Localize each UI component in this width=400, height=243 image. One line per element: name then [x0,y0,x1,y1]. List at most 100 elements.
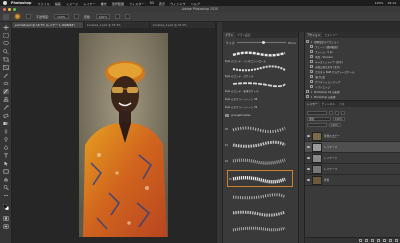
brush-preset-row[interactable]: Kyle のコンテ - スケッチ [225,74,297,78]
visibility-eye-icon[interactable] [307,179,310,181]
app-menu[interactable]: Photoshop [11,1,31,5]
tab-paths[interactable]: パス [337,101,346,107]
action-toggle-checkbox[interactable] [310,45,313,48]
apple-icon[interactable] [3,1,7,5]
close-button[interactable] [3,7,6,11]
grunge-stroke-preview[interactable] [231,192,287,202]
menu-select[interactable]: 選択範囲 [112,1,124,6]
layer-kind-filter[interactable] [307,110,327,115]
new-adjustment-icon[interactable] [377,239,380,242]
color-swatches[interactable] [3,203,9,212]
hand-tool-icon[interactable] [3,177,9,182]
menu-type[interactable]: 書式 [101,1,107,6]
tab-channels[interactable]: チャンネル [320,101,337,107]
tab-brush-settings[interactable]: ブラシ設定 [235,32,252,38]
action-toggle-checkbox[interactable] [306,90,309,93]
dodge-tool-icon[interactable] [3,137,9,142]
brush-preset-row[interactable]: Kyle のコンテ - ペン圧コントロール [225,59,297,63]
grunge-stroke-preview[interactable] [231,174,287,184]
blend-mode-select[interactable]: 通常 [307,116,331,121]
layer-name[interactable]: レイヤー 3 [324,167,337,171]
filter-adjustment-icon[interactable] [335,110,339,115]
action-toggle-checkbox[interactable] [310,80,313,83]
add-style-icon[interactable] [365,239,368,242]
zoom-button[interactable] [13,7,16,11]
minimize-button[interactable] [8,7,11,11]
layer-row[interactable]: 背景 [305,175,400,186]
brush-settings-toggle-icon[interactable] [26,14,31,19]
menu-filter[interactable]: フィルター [129,1,144,6]
menu-help[interactable]: ヘルプ [191,1,200,6]
tab-actions[interactable]: アクション [305,32,323,38]
layer-row-selected[interactable]: レイヤー 2 [305,142,400,153]
visibility-eye-icon[interactable] [307,157,310,159]
brush-size-knob[interactable] [261,40,265,44]
new-layer-icon[interactable] [389,239,392,242]
brush-tool-preset-icon[interactable] [3,13,9,20]
expand-triangle-icon[interactable] [311,90,312,93]
action-toggle-checkbox[interactable] [310,75,313,78]
layer-name[interactable]: レイヤー 1 [324,156,337,160]
action-toggle-checkbox[interactable] [310,65,313,68]
layer-row[interactable]: 背景のコピー [305,131,400,142]
eraser-tool-icon[interactable] [3,113,9,118]
clock[interactable]: 18:14 [387,1,396,5]
opacity-field[interactable]: 100% [54,14,69,19]
filter-type-icon[interactable] [341,110,345,115]
grunge-stroke-preview[interactable] [231,156,287,166]
link-layers-icon[interactable] [359,239,362,242]
clone-stamp-tool-icon[interactable] [3,97,9,102]
zoom-tool-icon[interactable] [3,185,9,190]
brush-tool-icon[interactable] [3,89,9,94]
menu-view[interactable]: 表示 [159,1,165,6]
crop-tool-icon[interactable] [3,57,9,62]
add-mask-icon[interactable] [371,239,374,242]
new-group-icon[interactable] [383,239,386,242]
gradient-tool-icon[interactable] [3,121,9,126]
marquee-tool-icon[interactable] [3,33,9,38]
visibility-eye-icon[interactable] [307,135,310,137]
trash-icon[interactable] [395,239,398,242]
move-tool-icon[interactable] [3,25,9,30]
layer-fill-field[interactable]: 100% [329,122,341,127]
action-toggle-checkbox[interactable] [310,55,313,58]
menu-window[interactable]: ウィンドウ [170,1,185,6]
action-toggle-checkbox[interactable] [310,60,313,63]
action-toggle-checkbox[interactable] [310,50,313,53]
menu-3d[interactable]: 3D [150,1,154,6]
type-tool-icon[interactable] [3,153,9,158]
lasso-tool-icon[interactable] [3,41,9,46]
quick-select-tool-icon[interactable] [3,49,9,54]
tab-brushes[interactable]: ブラシ [223,32,236,38]
canvas-area[interactable] [12,28,216,243]
layer-row[interactable]: レイヤー 3 [305,164,400,175]
airbrush-icon[interactable] [115,14,121,19]
brush-preset-picker[interactable] [14,13,21,20]
pen-tool-icon[interactable] [3,145,9,150]
history-brush-tool-icon[interactable] [3,105,9,110]
filter-pixel-icon[interactable] [329,110,333,115]
expand-triangle-icon[interactable] [311,95,312,98]
menu-edit[interactable]: 編集 [55,1,61,6]
screen-mode-icon[interactable] [3,224,9,229]
layer-row[interactable]: レイヤー 1 [305,153,400,164]
brush-size-slider[interactable] [237,40,287,44]
layer-opacity-field[interactable]: 100% [333,116,345,121]
more-tools-icon[interactable] [3,193,9,198]
grunge-stroke-preview[interactable] [231,208,287,218]
grunge-stroke-preview[interactable] [231,124,287,134]
menu-layer[interactable]: レイヤー [83,1,95,6]
layer-name[interactable]: 背景のコピー [324,134,340,138]
tab-layers[interactable]: レイヤー [305,101,320,107]
symmetry-icon[interactable] [125,14,131,19]
lock-options[interactable] [307,122,327,127]
blur-tool-icon[interactable] [3,129,9,134]
action-set-row[interactable]: Photoshop の処理 [306,94,400,99]
menu-file[interactable]: ファイル [37,1,49,6]
visibility-eye-icon[interactable] [307,168,310,170]
path-selection-tool-icon[interactable] [3,161,9,166]
healing-brush-tool-icon[interactable] [3,81,9,86]
brush-preset-row[interactable]: Kyle のコンテ - 鉛筆スケッチ [225,89,297,93]
pressure-opacity-icon[interactable] [73,14,79,19]
layer-name[interactable]: 背景 [324,178,329,182]
